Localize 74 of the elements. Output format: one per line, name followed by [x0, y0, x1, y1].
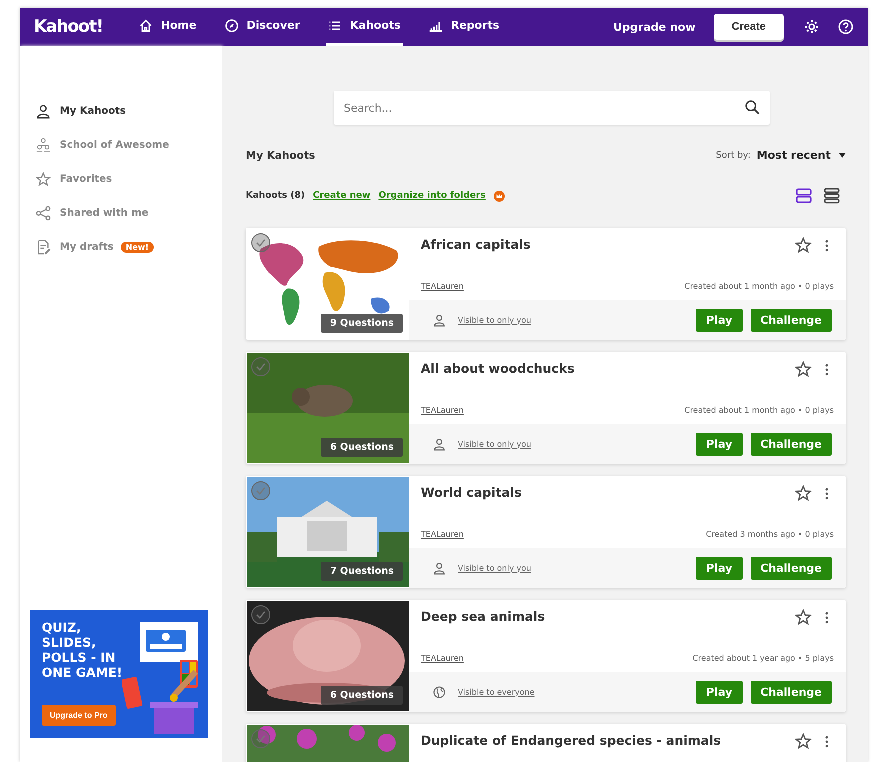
star-icon	[36, 172, 51, 186]
nav-tab[interactable]: Discover	[222, 8, 302, 46]
person-icon	[433, 438, 446, 450]
sidebar-item[interactable]: My drafts New!	[20, 230, 222, 264]
sidebar-item[interactable]: Shared with me	[20, 196, 222, 230]
crown-icon	[494, 190, 505, 202]
star-icon[interactable]	[795, 361, 812, 378]
nav-tab[interactable]: Home	[137, 8, 199, 46]
toolbar-link[interactable]: Create new	[313, 191, 371, 201]
sidebar-item[interactable]: Favorites	[20, 162, 222, 196]
star-icon[interactable]	[795, 733, 812, 750]
upgrade-link[interactable]: Upgrade now	[614, 20, 696, 34]
nav-tab[interactable]: Reports	[426, 8, 502, 46]
settings-icon[interactable]	[804, 19, 820, 35]
created-info: Created about 1 month ago • 0 plays	[684, 406, 834, 414]
compass-icon	[224, 18, 239, 32]
star-icon[interactable]	[795, 237, 812, 254]
share-icon	[36, 206, 51, 220]
author-link[interactable]: TEALauren	[421, 282, 464, 290]
kahoot-title[interactable]: Deep sea animals	[421, 609, 795, 624]
challenge-button[interactable]: Challenge	[750, 432, 832, 456]
search-field[interactable]: Search...	[334, 91, 770, 125]
new-badge: New!	[120, 242, 154, 252]
sidebar-item[interactable]: My Kahoots	[20, 94, 222, 128]
person-icon	[433, 562, 446, 574]
upgrade-button[interactable]: Upgrade to Pro	[42, 705, 116, 726]
created-info: Created about 1 year ago • 5 plays	[692, 654, 834, 662]
author-link[interactable]: TEALauren	[421, 530, 464, 538]
sidebar-item[interactable]: School of Awesome	[20, 128, 222, 162]
home-icon	[139, 18, 153, 32]
caret-icon	[839, 153, 846, 158]
person-icon	[433, 314, 446, 326]
visibility-link[interactable]: Visible to everyone	[458, 688, 688, 696]
card-view-icon[interactable]	[796, 188, 812, 204]
search-icon	[745, 100, 760, 115]
star-icon[interactable]	[795, 609, 812, 626]
sort-dropdown[interactable]: Most recent	[756, 149, 846, 162]
visibility-link[interactable]: Visible to only you	[458, 564, 688, 572]
group-icon	[36, 138, 51, 152]
visibility-link[interactable]: Visible to only you	[458, 440, 688, 448]
list-view-icon[interactable]	[824, 188, 840, 204]
person-icon	[36, 104, 51, 118]
question-count-badge: 7 Questions	[321, 562, 403, 581]
page-heading: My Kahoots	[246, 150, 316, 162]
play-button[interactable]: Play	[696, 432, 742, 456]
select-circle-icon[interactable]	[251, 605, 271, 625]
created-info: Created about 1 month ago • 0 plays	[684, 282, 834, 290]
challenge-button[interactable]: Challenge	[750, 556, 832, 580]
globe-icon	[433, 686, 446, 698]
kahoot-title[interactable]: World capitals	[421, 485, 795, 500]
select-circle-icon[interactable]	[251, 233, 271, 253]
author-link[interactable]: TEALauren	[421, 406, 464, 414]
challenge-button[interactable]: Challenge	[750, 308, 832, 332]
play-button[interactable]: Play	[696, 556, 742, 580]
kahoot-title[interactable]: African capitals	[421, 237, 795, 252]
question-count-badge: 9 Questions	[321, 314, 403, 333]
kahoot-count: Kahoots (8)	[246, 191, 306, 201]
kahoot-logo[interactable]: Kahoot!	[34, 17, 103, 37]
created-info: Created 3 months ago • 0 plays	[706, 530, 834, 538]
question-count-badge: 6 Questions	[321, 686, 403, 705]
sort-label: Sort by:	[716, 150, 751, 160]
play-button[interactable]: Play	[696, 680, 742, 704]
author-link[interactable]: TEALauren	[421, 654, 464, 662]
play-button[interactable]: Play	[696, 308, 742, 332]
challenge-button[interactable]: Challenge	[750, 680, 832, 704]
kahoot-title[interactable]: All about woodchucks	[421, 361, 795, 376]
help-icon[interactable]	[838, 19, 854, 35]
star-icon[interactable]	[795, 485, 812, 502]
promo-headline: QUIZ, SLIDES, POLLS - IN ONE GAME!	[42, 620, 124, 680]
question-count-badge: 6 Questions	[321, 438, 403, 457]
toolbar-link[interactable]: Organize into folders	[378, 191, 486, 201]
document-pencil-icon	[36, 240, 51, 254]
create-button[interactable]: Create	[714, 14, 784, 40]
visibility-link[interactable]: Visible to only you	[458, 316, 688, 324]
